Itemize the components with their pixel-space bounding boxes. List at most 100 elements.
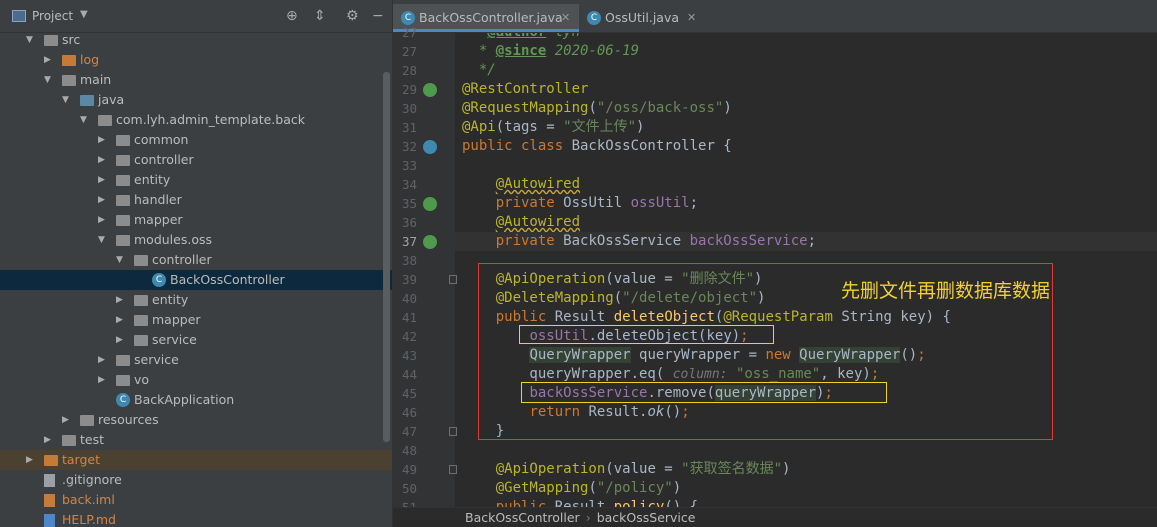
code-line[interactable]: */ — [455, 61, 1157, 80]
hide-icon[interactable]: − — [372, 8, 384, 24]
chevron-right-icon[interactable]: ▶ — [116, 310, 126, 330]
chevron-down-icon[interactable]: ▼ — [62, 90, 72, 110]
bean-icon[interactable] — [423, 83, 437, 97]
tree-item[interactable]: ▶ resources — [0, 410, 392, 430]
tree-item[interactable]: ▶ target — [0, 450, 392, 470]
chevron-right-icon[interactable]: ▶ — [62, 410, 72, 430]
bean-icon[interactable] — [423, 140, 437, 154]
project-panel-title[interactable]: Project — [32, 9, 73, 23]
package-icon — [116, 215, 130, 226]
code-line[interactable]: @Api(tags = "文件上传") — [455, 118, 1157, 137]
chevron-right-icon[interactable]: ▶ — [98, 210, 108, 230]
chevron-down-icon[interactable]: ▼ — [98, 230, 108, 250]
tree-item[interactable]: C BackApplication — [0, 390, 392, 410]
tree-item[interactable]: ▼ java — [0, 90, 392, 110]
tree-item[interactable]: ▼ src — [0, 30, 392, 50]
tab-ossutil[interactable]: C OssUtil.java ✕ — [579, 4, 704, 32]
tree-item[interactable]: ▶ controller — [0, 150, 392, 170]
tree-item[interactable]: ▶ vo — [0, 370, 392, 390]
code-line[interactable]: @RestController — [455, 80, 1157, 99]
locate-icon[interactable]: ⊕ — [286, 8, 298, 24]
chevron-right-icon[interactable]: ▶ — [116, 290, 126, 310]
tree-item-label: mapper — [134, 212, 183, 227]
close-icon[interactable]: ✕ — [561, 4, 570, 32]
line-number: 34 — [401, 177, 417, 192]
tree-item[interactable]: C BackOssController — [0, 270, 392, 290]
chevron-down-icon[interactable]: ▼ — [26, 30, 36, 50]
tree-item-label: main — [80, 72, 112, 87]
tree-item-label: java — [98, 92, 125, 107]
breadcrumb: BackOssController › backOssService — [393, 507, 1157, 527]
class-icon: C — [116, 393, 130, 407]
tree-item[interactable]: ▶ mapper — [0, 210, 392, 230]
code-line[interactable]: @RequestMapping("/oss/back-oss") — [455, 99, 1157, 118]
chevron-right-icon[interactable]: ▶ — [26, 450, 36, 470]
project-view-icon — [12, 10, 26, 22]
chevron-right-icon[interactable]: ▶ — [98, 150, 108, 170]
chevron-right-icon[interactable]: ▶ — [44, 50, 54, 70]
tree-item[interactable]: ▶ entity — [0, 290, 392, 310]
chevron-down-icon[interactable]: ▼ — [44, 70, 54, 90]
code-line[interactable] — [455, 441, 1157, 460]
tree-item[interactable]: ▶ log — [0, 50, 392, 70]
tree-item[interactable]: ▼ controller — [0, 250, 392, 270]
tab-backosscontroller[interactable]: C BackOssController.java ✕ — [393, 4, 579, 32]
tree-item[interactable]: ▶ entity — [0, 170, 392, 190]
gear-icon[interactable]: ⚙ — [346, 8, 359, 24]
chevron-right-icon[interactable]: ▶ — [44, 430, 54, 450]
code-line[interactable]: @GetMapping("/policy") — [455, 479, 1157, 498]
chevron-right-icon[interactable]: ▶ — [98, 190, 108, 210]
tree-item-label: BackApplication — [134, 392, 235, 407]
tree-item[interactable]: back.iml — [0, 490, 392, 510]
line-number: 35 — [401, 196, 417, 211]
tree-item[interactable]: ▶ service — [0, 330, 392, 350]
code-line[interactable]: @ApiOperation(value = "获取签名数据") — [455, 460, 1157, 479]
tree-item[interactable]: ▼ modules.oss — [0, 230, 392, 250]
chevron-right-icon[interactable]: ▶ — [98, 130, 108, 150]
tree-item[interactable]: ▶ mapper — [0, 310, 392, 330]
tree-item[interactable]: ▶ common — [0, 130, 392, 150]
file-icon — [44, 474, 55, 487]
breadcrumb-field[interactable]: backOssService — [597, 510, 696, 525]
chevron-down-icon[interactable]: ▼ — [80, 110, 90, 130]
tree-item-label: entity — [152, 292, 189, 307]
breadcrumb-class[interactable]: BackOssController — [465, 510, 580, 525]
code-line[interactable] — [455, 156, 1157, 175]
tree-item-label: src — [62, 32, 81, 47]
tree-item[interactable]: HELP.md — [0, 510, 392, 527]
project-scrollbar[interactable] — [383, 72, 390, 442]
chevron-down-icon[interactable]: ▼ — [80, 9, 88, 20]
code-line[interactable]: private OssUtil ossUtil; — [455, 194, 1157, 213]
code-line[interactable]: * @since 2020-06-19 — [455, 42, 1157, 61]
code-line[interactable]: @Autowired — [455, 175, 1157, 194]
tree-item-label: entity — [134, 172, 171, 187]
bean-icon[interactable] — [423, 235, 437, 249]
code-line[interactable]: private BackOssService backOssService; — [455, 232, 1157, 251]
close-icon[interactable]: ✕ — [687, 4, 696, 32]
file-icon — [44, 494, 55, 507]
tree-item-label: handler — [134, 192, 182, 207]
class-icon: C — [587, 11, 601, 25]
code-line[interactable]: @author lyh — [455, 33, 1157, 42]
bean-icon[interactable] — [423, 197, 437, 211]
tree-item[interactable]: .gitignore — [0, 470, 392, 490]
code-line[interactable]: @Autowired — [455, 213, 1157, 232]
package-icon — [116, 135, 130, 146]
tree-item[interactable]: ▶ handler — [0, 190, 392, 210]
collapse-all-icon[interactable]: ⇕ — [314, 8, 326, 24]
tree-item[interactable]: ▶ service — [0, 350, 392, 370]
tree-item-label: com.lyh.admin_template.back — [116, 112, 305, 127]
tree-item[interactable]: ▶ test — [0, 430, 392, 450]
package-icon — [134, 335, 148, 346]
tree-item-label: .gitignore — [62, 472, 122, 487]
code-line[interactable]: public class BackOssController { — [455, 137, 1157, 156]
tree-item[interactable]: ▼ com.lyh.admin_template.back — [0, 110, 392, 130]
code-line[interactable]: public Result policy() { — [455, 498, 1157, 507]
chevron-right-icon[interactable]: ▶ — [116, 330, 126, 350]
chevron-right-icon[interactable]: ▶ — [98, 350, 108, 370]
tree-item-label: service — [134, 352, 179, 367]
chevron-right-icon[interactable]: ▶ — [98, 170, 108, 190]
chevron-right-icon[interactable]: ▶ — [98, 370, 108, 390]
chevron-down-icon[interactable]: ▼ — [116, 250, 126, 270]
tree-item[interactable]: ▼ main — [0, 70, 392, 90]
